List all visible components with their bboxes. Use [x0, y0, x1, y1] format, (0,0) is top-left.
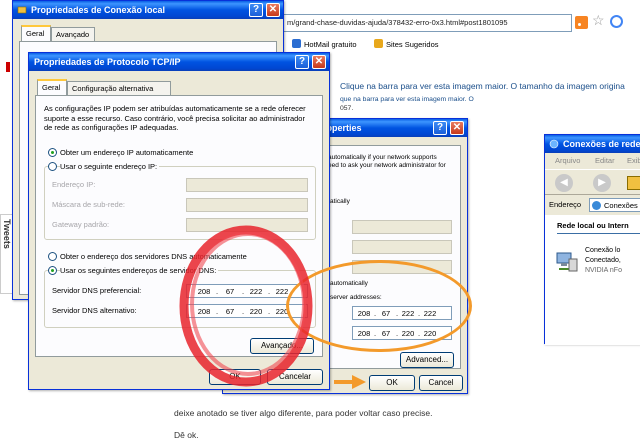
- window-title: Conexões de rede: [563, 139, 640, 149]
- radio-manual-ip-label[interactable]: Usar o seguinte endereço IP:: [60, 162, 160, 171]
- tab-avancado[interactable]: Avançado: [51, 27, 95, 41]
- page-marker: [6, 62, 10, 72]
- window-title: Propriedades de Conexão local: [31, 5, 166, 15]
- preferred-dns-label: Servidor DNS preferencial:: [52, 286, 142, 295]
- help-button[interactable]: ?: [433, 121, 447, 135]
- alternate-dns-label: Servidor DNS alternativo:: [52, 306, 137, 315]
- close-button[interactable]: ✕: [450, 121, 464, 135]
- address-label: Endereço: [549, 200, 582, 209]
- section-header: Rede local ou Intern: [557, 221, 629, 230]
- ok-button-en[interactable]: OK: [369, 375, 415, 391]
- address-field[interactable]: Conexões: [589, 198, 640, 212]
- connection-device: NVIDIA nFo: [585, 267, 622, 274]
- gateway-label: Gateway padrão:: [52, 220, 110, 229]
- close-button[interactable]: ✕: [266, 3, 280, 17]
- post-text-line: Dê ok.: [174, 430, 199, 440]
- title-bar[interactable]: Propriedades de Protocolo TCP/IP: [29, 53, 329, 71]
- cancel-button-en[interactable]: Cancel: [419, 375, 463, 391]
- address-bar[interactable]: m/grand-chase-duvidas-ajuda/378432-erro-…: [282, 14, 572, 32]
- radio-manual-dns[interactable]: [48, 266, 57, 275]
- red-scribble-circle: [179, 225, 313, 387]
- post-text-line: deixe anotado se tiver algo diferente, p…: [174, 408, 433, 418]
- radio-auto-dns[interactable]: [48, 252, 57, 261]
- address-bar: Endereço Conexões: [545, 197, 640, 213]
- intro-text: As configurações IP podem ser atribuídas…: [44, 104, 306, 132]
- network-icon: [592, 201, 601, 210]
- network-connection-icon: [556, 252, 578, 272]
- window-title: Propriedades de Protocolo TCP/IP: [34, 57, 181, 67]
- bookmarks-bar: HotMail gratuito Sites Sugeridos: [282, 36, 640, 54]
- image-resize-notice-small[interactable]: que na barra para ver esta imagem maior.…: [340, 96, 474, 103]
- bookmark-hotmail[interactable]: HotMail gratuito: [292, 39, 357, 49]
- toolbar: ◀ ▶: [545, 169, 640, 195]
- msn-icon: [292, 39, 301, 48]
- close-button[interactable]: ✕: [312, 55, 326, 69]
- connections-list: Rede local ou Intern Conexão lo Conectad…: [545, 215, 640, 345]
- ip-address-field: [352, 220, 452, 234]
- connection-item[interactable]: Conexão lo Conectado, NVIDIA nFo: [555, 245, 640, 285]
- auto-ip-label: atically: [330, 198, 350, 205]
- radio-manual-ip[interactable]: [48, 162, 57, 171]
- menu-bar: Arquivo Editar Exibir: [545, 154, 640, 168]
- forward-icon[interactable]: ▶: [593, 174, 611, 192]
- folder-up-icon[interactable]: [627, 176, 640, 190]
- menu-arquivo[interactable]: Arquivo: [555, 156, 580, 165]
- tab-geral[interactable]: Geral: [21, 25, 51, 41]
- back-icon[interactable]: ◀: [555, 174, 573, 192]
- radio-auto-ip[interactable]: [48, 148, 57, 157]
- image-size-text: 057.: [340, 105, 354, 112]
- image-resize-notice[interactable]: Clique na barra para ver esta imagem mai…: [340, 81, 625, 91]
- advanced-button-en[interactable]: Advanced...: [400, 352, 454, 368]
- connection-name: Conexão lo: [585, 247, 621, 254]
- network-icon: [549, 139, 559, 149]
- ip-address-label: Endereço IP:: [52, 180, 96, 189]
- network-icon: [17, 6, 27, 14]
- star-icon[interactable]: ☆: [592, 12, 605, 29]
- connection-status: Conectado,: [585, 257, 621, 264]
- google-icon[interactable]: [610, 15, 623, 28]
- radio-auto-ip-label[interactable]: Obter um endereço IP automaticamente: [60, 148, 193, 157]
- rss-icon[interactable]: [575, 16, 588, 29]
- intro-text: automatically if your network supports e…: [328, 154, 446, 169]
- sites-icon: [374, 39, 383, 48]
- help-button[interactable]: ?: [295, 55, 309, 69]
- title-bar[interactable]: Conexões de rede: [545, 135, 640, 153]
- subnet-mask-field: [186, 198, 308, 212]
- bookmark-sites-sugeridos[interactable]: Sites Sugeridos: [374, 39, 439, 49]
- title-bar[interactable]: Propriedades de Conexão local: [13, 1, 283, 19]
- orange-arrow-icon: [334, 375, 366, 389]
- menu-exibir[interactable]: Exibir: [627, 156, 640, 165]
- tab-geral[interactable]: Geral: [37, 79, 67, 95]
- subnet-mask-label: Máscara de sub-rede:: [52, 200, 125, 209]
- network-connections-window: Conexões de rede Arquivo Editar Exibir ◀…: [544, 134, 640, 345]
- ip-address-field: [186, 178, 308, 192]
- menu-editar[interactable]: Editar: [595, 156, 615, 165]
- help-button[interactable]: ?: [249, 3, 263, 17]
- subnet-mask-field: [352, 240, 452, 254]
- tab-configuracao-alternativa[interactable]: Configuração alternativa: [67, 81, 171, 95]
- tweets-label: Tweets: [2, 219, 12, 249]
